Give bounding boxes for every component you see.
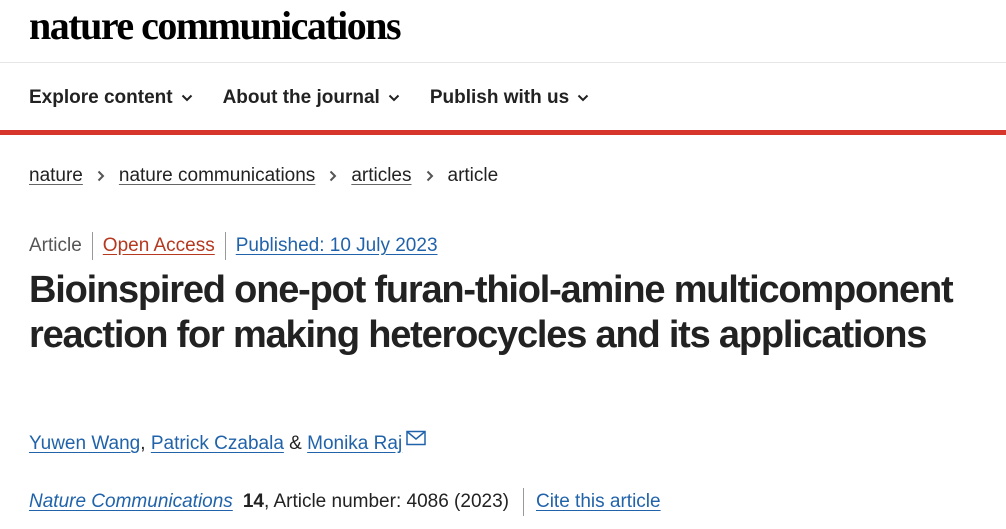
envelope-icon[interactable] <box>406 430 426 446</box>
chevron-right-icon <box>330 170 337 182</box>
nav-about-the-journal[interactable]: About the journal <box>223 84 400 112</box>
nav-explore-content-label: Explore content <box>29 87 173 108</box>
nav-publish-with-us-label: Publish with us <box>429 87 570 108</box>
citation-line: Nature Communications 14 , Article numbe… <box>29 488 661 516</box>
header-divider <box>0 62 1006 63</box>
breadcrumb-nature[interactable]: nature <box>29 162 83 190</box>
breadcrumb-articles[interactable]: articles <box>351 162 411 190</box>
chevron-right-icon <box>426 170 433 182</box>
cite-this-article-link[interactable]: Cite this article <box>536 488 661 516</box>
open-access-link[interactable]: Open Access <box>93 232 226 260</box>
chevron-right-icon <box>97 170 105 182</box>
breadcrumb-nature-communications[interactable]: nature communications <box>119 162 315 190</box>
chevron-down-icon <box>577 94 589 102</box>
nav-accent-bar <box>0 130 1006 135</box>
chevron-down-icon <box>388 94 400 102</box>
article-meta: Article Open Access Published: 10 July 2… <box>29 232 438 260</box>
author-list: Yuwen Wang , Patrick Czabala & Monika Ra… <box>29 430 426 458</box>
breadcrumb-current: article <box>447 165 499 186</box>
nav-publish-with-us[interactable]: Publish with us <box>430 84 589 112</box>
author-link[interactable]: Monika Raj <box>307 430 402 458</box>
nav-about-the-journal-label: About the journal <box>222 87 380 108</box>
article-title: Bioinspired one-pot furan-thiol-amine mu… <box>29 269 954 356</box>
site-logo[interactable]: nature communications <box>29 4 402 48</box>
breadcrumb: nature nature communications articles ar… <box>29 162 498 190</box>
chevron-down-icon <box>181 94 192 102</box>
volume-number: 14 <box>242 491 264 512</box>
author-link[interactable]: Patrick Czabala <box>151 430 284 458</box>
journal-link[interactable]: Nature Communications <box>29 488 233 516</box>
author-separator: , <box>140 433 151 454</box>
published-date-link[interactable]: Published: 10 July 2023 <box>226 232 438 260</box>
main-nav: Explore content About the journal Publis… <box>29 84 619 112</box>
article-number: , Article number: 4086 (2023) <box>264 488 524 516</box>
nav-explore-content[interactable]: Explore content <box>29 84 193 112</box>
author-separator: & <box>283 433 308 454</box>
author-link[interactable]: Yuwen Wang <box>29 430 140 458</box>
article-type: Article <box>29 232 93 260</box>
